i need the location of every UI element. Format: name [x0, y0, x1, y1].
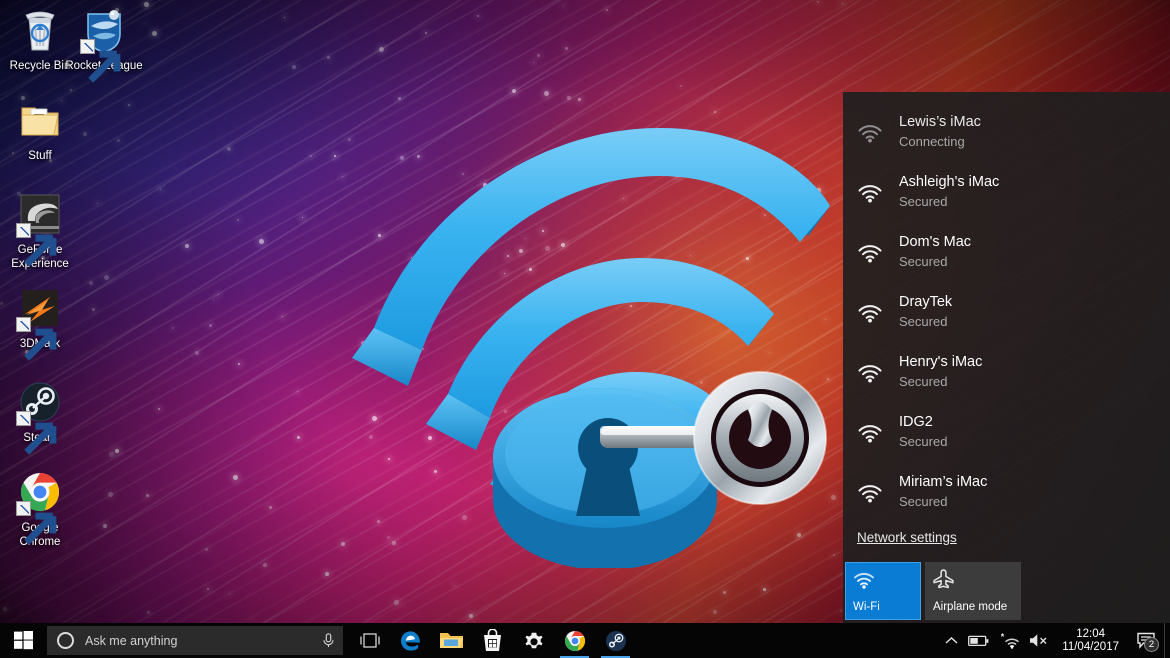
taskbar-button-chrome[interactable] — [554, 623, 595, 658]
steam-icon — [16, 378, 64, 455]
windows-logo-icon — [13, 631, 33, 650]
desktop-icon-google-chrome[interactable]: Google Chrome — [0, 468, 80, 549]
network-list-item[interactable]: Dom's Mac Secured — [843, 222, 1170, 282]
notification-count-badge: 2 — [1144, 637, 1159, 652]
tray-volume-button[interactable] — [1024, 623, 1053, 658]
wifi-icon — [857, 122, 899, 143]
tray-network-button[interactable] — [994, 623, 1024, 658]
network-list: Lewis’s iMac Connecting Ashleigh's iMac Sec… — [843, 92, 1170, 522]
file-explorer-icon — [440, 633, 463, 648]
gear-icon — [525, 632, 542, 648]
wifi-secured-icon — [857, 302, 899, 323]
taskbar-button-file-explorer[interactable] — [431, 623, 472, 658]
taskbar-button-task-view[interactable] — [349, 623, 390, 658]
network-flyout-panel: Lewis’s iMac Connecting Ashleigh's iMac Sec… — [843, 92, 1170, 623]
taskbar-button-steam[interactable] — [595, 623, 636, 658]
network-list-item[interactable]: Miriam’s iMac Secured — [843, 462, 1170, 522]
recycle-bin-icon — [16, 6, 64, 54]
network-list-item[interactable]: Lewis’s iMac Connecting — [843, 102, 1170, 162]
desktop-icon-steam[interactable]: Steam — [0, 378, 80, 455]
wifi-lock-artwork — [330, 88, 830, 568]
taskbar-button-settings[interactable] — [513, 623, 554, 658]
battery-icon — [968, 635, 989, 646]
network-name: Lewis’s iMac — [899, 114, 981, 130]
action-center-button[interactable]: 2 — [1128, 623, 1164, 658]
folder-icon — [16, 96, 64, 144]
system-tray: 12:04 11/04/2017 2 — [940, 623, 1170, 658]
shortcut-arrow-icon — [16, 317, 57, 361]
show-desktop-button[interactable] — [1164, 623, 1170, 658]
network-status: Secured — [899, 434, 948, 449]
task-view-icon — [359, 633, 380, 648]
tray-battery-button[interactable] — [963, 623, 994, 658]
wifi-toggle-tile[interactable]: Wi-Fi — [845, 562, 921, 620]
network-name: IDG2 — [899, 414, 933, 430]
desktop-icon-label: Recycle Bin — [9, 60, 71, 72]
quick-action-tiles: Wi-Fi Airplane mode — [845, 562, 1021, 620]
taskbar-button-edge[interactable] — [390, 623, 431, 658]
clock-time: 12:04 — [1076, 627, 1106, 640]
edge-icon — [400, 630, 420, 651]
shortcut-arrow-icon — [16, 223, 57, 267]
airplane-mode-tile[interactable]: Airplane mode — [925, 562, 1021, 620]
network-name: Miriam’s iMac — [899, 474, 988, 490]
3dmark-icon — [16, 284, 64, 361]
wifi-secured-icon — [857, 422, 899, 443]
chrome-icon — [16, 468, 64, 545]
network-list-item[interactable]: IDG2 Secured — [843, 402, 1170, 462]
taskbar: Ask me anything 12:04 11/04/2017 2 — [0, 623, 1170, 658]
chevron-up-icon — [945, 637, 958, 644]
chrome-icon — [564, 630, 585, 651]
clock-date: 11/04/2017 — [1062, 640, 1119, 653]
search-input[interactable]: Ask me anything — [47, 626, 343, 655]
network-name: Henry's iMac — [899, 354, 983, 370]
desktop-icon-3dmark[interactable]: 3DMark — [0, 284, 80, 361]
network-status: Connecting — [899, 134, 965, 149]
desktop-icon-rocket-league[interactable]: Rocket League — [64, 6, 144, 83]
network-status: Secured — [899, 314, 948, 329]
search-placeholder: Ask me anything — [85, 633, 178, 648]
steam-icon — [605, 630, 626, 651]
microphone-icon[interactable] — [322, 633, 335, 648]
network-status: Secured — [899, 254, 948, 269]
network-status: Secured — [899, 494, 948, 509]
wifi-icon — [853, 569, 913, 591]
wifi-secured-icon — [857, 242, 899, 263]
rocket-league-icon — [80, 6, 128, 83]
network-status: Secured — [899, 194, 948, 209]
network-list-item[interactable]: Henry's iMac Secured — [843, 342, 1170, 402]
shortcut-arrow-icon — [16, 411, 57, 455]
speaker-muted-icon — [1030, 634, 1047, 647]
taskbar-clock[interactable]: 12:04 11/04/2017 — [1053, 623, 1128, 658]
network-name: DrayTek — [899, 294, 953, 310]
desktop-icon-stuff[interactable]: Stuff — [0, 96, 80, 163]
wifi-secured-icon — [857, 182, 899, 203]
wifi-tile-label: Wi-Fi — [853, 601, 880, 613]
store-icon — [484, 629, 501, 651]
desktop-icon-label: Stuff — [28, 150, 52, 162]
taskbar-button-store[interactable] — [472, 623, 513, 658]
airplane-icon — [933, 569, 1013, 591]
cortana-circle-icon — [57, 632, 74, 649]
geforce-experience-icon — [16, 190, 64, 267]
network-name: Ashleigh's iMac — [899, 174, 1000, 190]
shortcut-arrow-icon — [16, 501, 57, 545]
start-button[interactable] — [0, 623, 46, 658]
network-name: Dom's Mac — [899, 234, 972, 250]
tray-show-hidden-icons-button[interactable] — [940, 623, 963, 658]
wifi-secured-icon — [857, 482, 899, 503]
taskbar-app-buttons — [349, 623, 636, 658]
network-settings-link[interactable]: Network settings — [857, 530, 957, 545]
desktop-icon-geforce-experience[interactable]: GeForce Experience — [0, 190, 80, 271]
network-list-item[interactable]: DrayTek Secured — [843, 282, 1170, 342]
wifi-secured-icon — [857, 362, 899, 383]
network-list-item[interactable]: Ashleigh's iMac Secured — [843, 162, 1170, 222]
wifi-icon — [1001, 632, 1020, 649]
network-status: Secured — [899, 374, 948, 389]
airplane-tile-label: Airplane mode — [933, 601, 1008, 613]
shortcut-arrow-icon — [80, 39, 121, 83]
